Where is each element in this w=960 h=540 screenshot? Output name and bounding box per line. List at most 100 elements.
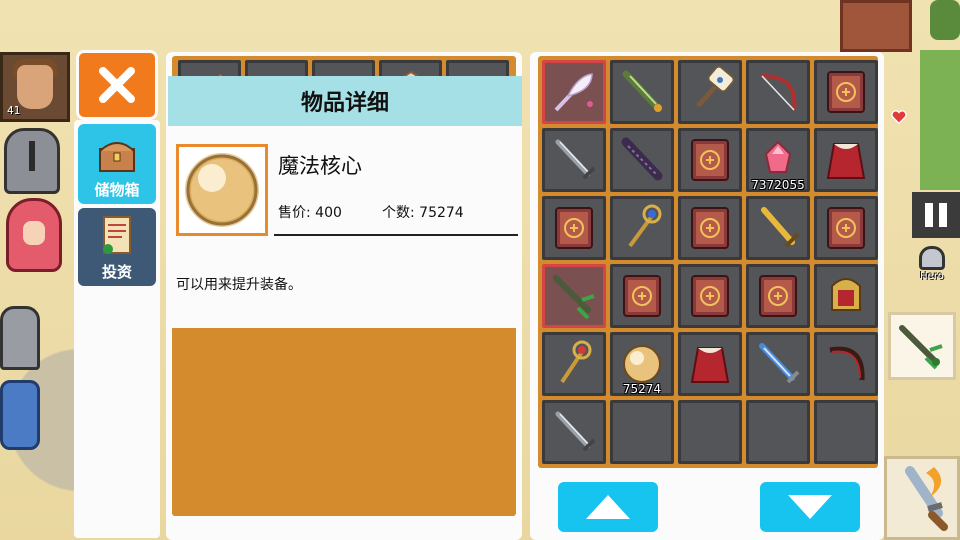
detail-item-count: 个数: 75274 — [382, 205, 464, 221]
inventory-cell[interactable] — [814, 60, 878, 124]
item-count: 75274 — [622, 382, 662, 396]
spellbook-icon — [623, 275, 661, 317]
green-sword-icon — [622, 70, 662, 112]
iron-sword-icon — [555, 411, 596, 452]
gold-sword-icon — [761, 207, 800, 248]
inventory-cell[interactable] — [678, 332, 742, 396]
detail-item-name: 魔法核心 — [278, 154, 362, 178]
spellbook-icon — [691, 207, 729, 249]
inventory-cell[interactable] — [678, 264, 742, 328]
flame-sword-icon — [905, 466, 948, 531]
dark-blade-icon — [621, 137, 663, 181]
pause-bar — [925, 203, 933, 227]
red-cape-icon — [826, 143, 866, 179]
inventory-cell[interactable] — [814, 400, 878, 464]
inventory-cell[interactable] — [814, 128, 878, 192]
spellbook-icon — [827, 207, 865, 249]
knight-sprite — [4, 128, 60, 194]
inventory-cell[interactable]: 75274 — [610, 332, 674, 396]
detail-title: 物品详细 — [168, 76, 522, 126]
inventory-cell[interactable] — [746, 60, 810, 124]
blue-staff-icon — [628, 204, 662, 248]
spellbook-icon — [691, 275, 729, 317]
inventory-cell[interactable] — [610, 60, 674, 124]
tab-storage[interactable]: 储物箱 — [78, 124, 156, 204]
armor-icon — [831, 278, 861, 311]
inventory-cell[interactable] — [610, 264, 674, 328]
bow-icon — [761, 74, 797, 111]
item-count: 7372055 — [751, 178, 805, 192]
arrow-down-icon — [788, 495, 832, 519]
hero-button-label: Hero — [920, 271, 944, 282]
inventory-cell[interactable] — [678, 196, 742, 260]
item-detail-popup: 物品详细 魔法核心 售价: 400 个数: 75274 可以用来提升装备。 — [168, 76, 522, 328]
heart-icon — [891, 110, 907, 125]
inventory-cell[interactable] — [610, 128, 674, 192]
hero-level: 41 — [7, 104, 21, 117]
ice-sword-icon — [759, 343, 800, 384]
inventory-cell[interactable] — [542, 60, 606, 124]
grass-patch — [920, 50, 960, 190]
helmet-icon — [919, 246, 945, 270]
magic-core-icon — [185, 153, 259, 227]
inventory-cell[interactable] — [746, 332, 810, 396]
girl-hero-sprite — [6, 198, 62, 272]
spellbook-icon — [759, 275, 797, 317]
inventory-grid: 7372055 75274 — [538, 56, 878, 468]
feather-staff-icon — [554, 73, 593, 112]
inventory-cell[interactable] — [678, 400, 742, 464]
inventory-cell[interactable]: 7372055 — [746, 128, 810, 192]
spellbook-icon — [827, 71, 865, 113]
detail-item-icon-box — [176, 144, 268, 236]
inventory-cell[interactable] — [814, 196, 878, 260]
skill-button[interactable] — [884, 456, 960, 540]
inventory-panel: 7372055 75274 — [530, 52, 884, 540]
inventory-cell[interactable] — [610, 196, 674, 260]
detail-item-price: 售价: 400 — [278, 205, 342, 221]
inventory-cell[interactable] — [678, 128, 742, 192]
inventory-cell[interactable] — [542, 196, 606, 260]
inventory-cell[interactable] — [542, 400, 606, 464]
hammer-icon — [696, 66, 735, 108]
tab-storage-label: 储物箱 — [94, 181, 140, 199]
inventory-cell[interactable] — [610, 400, 674, 464]
vine-sword-icon — [899, 325, 943, 370]
arrow-up-icon — [586, 495, 630, 519]
spellbook-icon — [555, 207, 593, 249]
inventory-cell[interactable] — [814, 332, 878, 396]
inventory-cell[interactable] — [542, 332, 606, 396]
spellbook-icon — [691, 139, 729, 181]
chest-icon — [99, 142, 135, 172]
close-button[interactable] — [76, 50, 158, 120]
ruby-staff-icon — [560, 340, 592, 384]
scroll-up-button[interactable] — [558, 482, 658, 532]
hero-face — [17, 65, 53, 109]
side-tab-bar: 储物箱 投资 — [74, 120, 160, 538]
close-icon — [99, 67, 135, 103]
inventory-cell[interactable] — [746, 264, 810, 328]
iron-sword-icon — [555, 139, 596, 180]
inventory-cell[interactable] — [746, 400, 810, 464]
inventory-cell[interactable] — [678, 60, 742, 124]
scroll-icon — [103, 216, 131, 254]
vine-sword-icon — [553, 275, 595, 320]
knight-sprite-2 — [0, 306, 40, 370]
detail-divider — [274, 234, 518, 236]
inventory-cell[interactable] — [542, 128, 606, 192]
hero-menu-button[interactable]: Hero — [912, 246, 952, 292]
house-sprite — [840, 0, 912, 52]
scroll-down-button[interactable] — [760, 482, 860, 532]
inventory-cell[interactable] — [542, 264, 606, 328]
equipped-weapon-slot[interactable] — [888, 312, 956, 380]
tab-invest[interactable]: 投资 — [78, 208, 156, 286]
hero-portrait[interactable]: 41 — [0, 52, 70, 122]
tab-invest-label: 投资 — [101, 263, 132, 281]
pause-button[interactable] — [912, 192, 960, 238]
inventory-cell[interactable] — [746, 196, 810, 260]
blue-unit-sprite — [0, 380, 40, 450]
inventory-cell[interactable] — [814, 264, 878, 328]
detail-description: 可以用来提升装备。 — [176, 277, 302, 293]
pause-bar — [939, 203, 947, 227]
dark-bow-icon — [829, 346, 865, 381]
red-cape-icon — [690, 347, 730, 383]
